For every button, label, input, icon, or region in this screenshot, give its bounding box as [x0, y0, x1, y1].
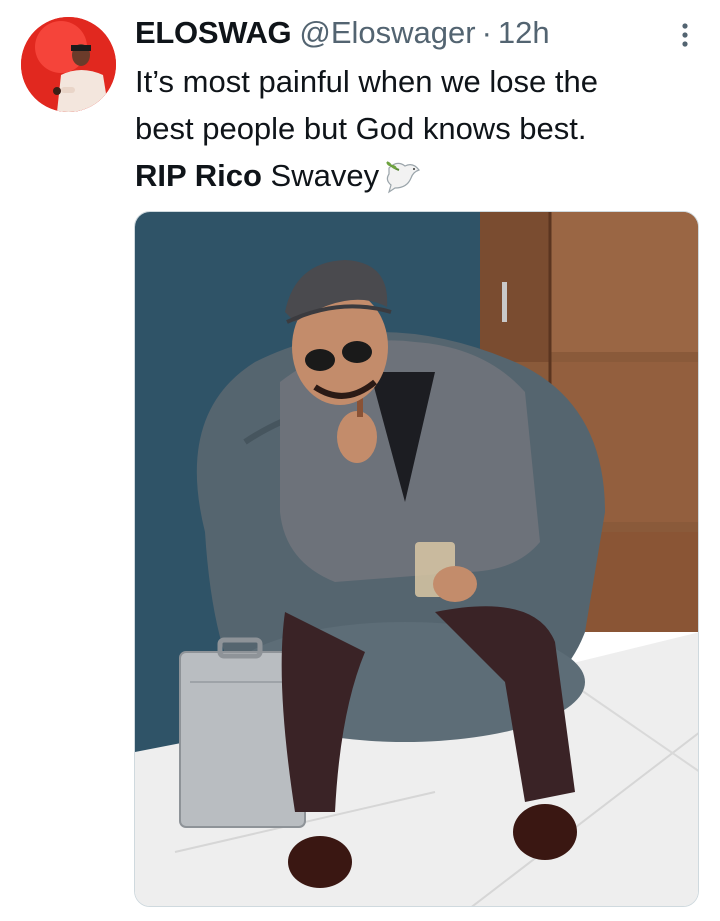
timestamp[interactable]: 12h	[498, 12, 550, 54]
rip-name-bold: RIP Rico	[135, 158, 262, 193]
tweet-text-line-2: best people but God knows best.	[135, 111, 587, 146]
more-button[interactable]	[668, 18, 702, 52]
user-handle[interactable]: @Eloswager	[299, 12, 475, 54]
tweet-text-line-1: It’s most painful when we lose the	[135, 64, 598, 99]
more-vertical-icon	[682, 23, 688, 47]
tweet-text: It’s most painful when we lose the best …	[135, 58, 705, 207]
avatar[interactable]	[21, 17, 116, 112]
display-name[interactable]: ELOSWAG	[135, 12, 292, 54]
separator: ·	[481, 15, 492, 50]
tweet-text-line-3: RIP Rico Swavey	[135, 152, 705, 207]
tweet[interactable]: ELOSWAG @Eloswager · 12h It’s most painf…	[0, 0, 720, 921]
tweet-photo[interactable]	[134, 211, 699, 907]
tweet-header: ELOSWAG @Eloswager · 12h	[135, 12, 550, 54]
dove-icon	[383, 158, 423, 207]
rip-name-rest: Swavey	[261, 158, 380, 193]
